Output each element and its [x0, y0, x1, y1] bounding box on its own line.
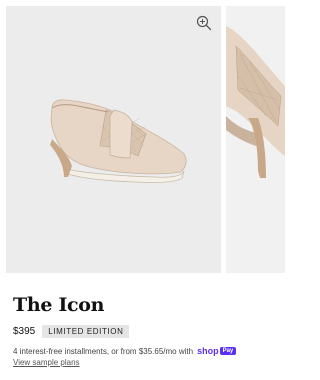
zoom-in-icon — [196, 15, 212, 31]
shoe-closeup-illustration — [226, 26, 285, 178]
view-sample-plans-link[interactable]: View sample plans — [13, 358, 80, 367]
shop-pay-pill: Pay — [219, 347, 237, 355]
zoom-button[interactable] — [195, 14, 213, 32]
product-image-next[interactable] — [226, 6, 285, 273]
product-image-main[interactable] — [6, 6, 221, 273]
limited-edition-badge: LIMITED EDITION — [42, 325, 130, 338]
price-row: $395 LIMITED EDITION — [13, 325, 130, 338]
shoe-illustration — [50, 99, 187, 183]
shop-pay-brand: shop — [197, 346, 219, 356]
shop-pay-logo: shop Pay — [197, 346, 237, 356]
installments-text: 4 interest-free installments, or from $3… — [13, 346, 194, 356]
product-price: $395 — [13, 326, 36, 337]
product-title: The Icon — [13, 294, 105, 316]
installments-info: 4 interest-free installments, or from $3… — [13, 346, 237, 356]
product-image-gallery[interactable] — [0, 0, 285, 273]
